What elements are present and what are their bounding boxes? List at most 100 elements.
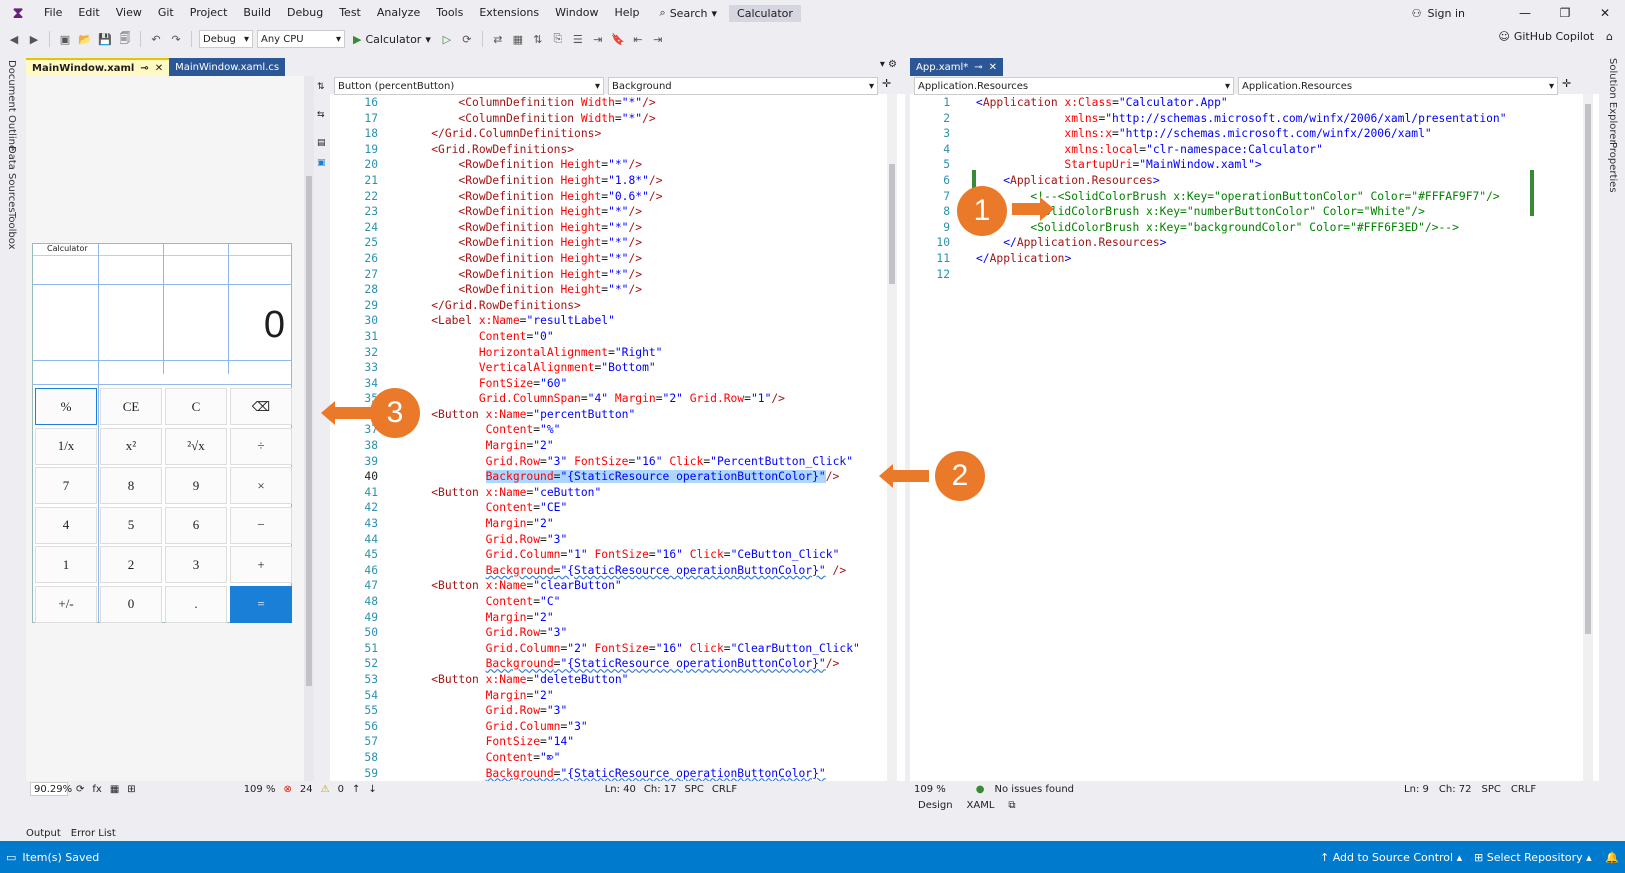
- menu-item-analyze[interactable]: Analyze: [369, 0, 428, 26]
- step-icon[interactable]: ⎘: [550, 31, 566, 47]
- code-line[interactable]: 10 </Application.Resources>: [910, 235, 1580, 251]
- calc-button[interactable]: ÷: [230, 427, 292, 465]
- undo-icon[interactable]: ↶: [148, 31, 164, 47]
- hot-reload-icon[interactable]: ⟳: [459, 31, 475, 47]
- visual-studio-logo-icon[interactable]: ⧗: [0, 0, 36, 26]
- swap-icon[interactable]: ⇅: [317, 82, 325, 92]
- document-outline-tab[interactable]: Document Outline: [6, 60, 17, 151]
- calc-button[interactable]: 1: [35, 546, 97, 583]
- code-line[interactable]: 31 Content="0": [330, 329, 885, 345]
- menu-item-help[interactable]: Help: [606, 0, 647, 26]
- bookmark-next-icon[interactable]: ⇥: [650, 31, 666, 47]
- split-horizontal-icon[interactable]: ⇆: [317, 110, 325, 120]
- menu-item-git[interactable]: Git: [150, 0, 182, 26]
- tab-mainwindow-xaml[interactable]: MainWindow.xaml ⊸ ✕: [26, 58, 170, 76]
- calc-button[interactable]: ⌫: [230, 388, 292, 425]
- tab-app-xaml[interactable]: App.xaml* ⊸ ✕: [910, 58, 1004, 76]
- feedback-icon[interactable]: ⌂: [1606, 30, 1613, 43]
- calc-button[interactable]: CE: [100, 388, 162, 425]
- code-line[interactable]: 54 Margin="2": [330, 688, 885, 704]
- code-line[interactable]: 38 Margin="2": [330, 438, 885, 454]
- menu-item-extensions[interactable]: Extensions: [471, 0, 547, 26]
- code-line[interactable]: 9 <SolidColorBrush x:Key="backgroundColo…: [910, 220, 1580, 236]
- new-project-icon[interactable]: ▣: [57, 31, 73, 47]
- calc-button[interactable]: ×: [230, 467, 292, 504]
- code-line[interactable]: 39 Grid.Row="3" FontSize="16" Click="Per…: [330, 454, 885, 470]
- code-line[interactable]: 16 <ColumnDefinition Width="*"/>: [330, 95, 885, 111]
- calc-button[interactable]: .: [165, 585, 227, 623]
- calc-button[interactable]: x²: [100, 427, 162, 465]
- code-line[interactable]: 25 <RowDefinition Height="*"/>: [330, 235, 885, 251]
- copilot-button[interactable]: ☺ GitHub Copilot: [1498, 30, 1594, 43]
- tab-overflow-icon[interactable]: ▾ ⚙: [880, 59, 897, 70]
- menu-item-debug[interactable]: Debug: [279, 0, 331, 26]
- calc-button[interactable]: 4: [35, 506, 97, 544]
- tab-xaml[interactable]: XAML: [967, 800, 995, 811]
- add-source-control-button[interactable]: ↑ Add to Source Control ▴: [1320, 851, 1462, 864]
- code-line[interactable]: 4 xmlns:local="clr-namespace:Calculator": [910, 142, 1580, 158]
- code-line[interactable]: 47 <Button x:Name="clearButton": [330, 578, 885, 594]
- forward-icon[interactable]: ▶: [26, 31, 42, 47]
- code-line[interactable]: 19 <Grid.RowDefinitions>: [330, 142, 885, 158]
- nav-down-icon[interactable]: ↓: [368, 784, 376, 795]
- layout-icon[interactable]: ▦: [510, 31, 526, 47]
- minimize-button[interactable]: —: [1505, 6, 1545, 20]
- toolbox-tab[interactable]: Toolbox: [6, 212, 17, 250]
- designer-scrollbar[interactable]: [304, 76, 314, 781]
- code-line[interactable]: 20 <RowDefinition Height="*"/>: [330, 157, 885, 173]
- snap-icon[interactable]: ⊞: [127, 784, 135, 795]
- notifications-icon[interactable]: 🔔: [1605, 851, 1619, 864]
- menu-item-project[interactable]: Project: [182, 0, 236, 26]
- calc-button[interactable]: 5: [100, 506, 162, 544]
- tab-error-list[interactable]: Error List: [71, 828, 116, 839]
- code-line[interactable]: 2 xmlns="http://schemas.microsoft.com/wi…: [910, 111, 1580, 127]
- code-line[interactable]: 46 Background="{StaticResource operation…: [330, 563, 885, 579]
- issues-status[interactable]: No issues found: [995, 784, 1075, 795]
- code-line[interactable]: 51 Grid.Column="2" FontSize="16" Click="…: [330, 641, 885, 657]
- code-line[interactable]: 50 Grid.Row="3": [330, 625, 885, 641]
- code-line[interactable]: 17 <ColumnDefinition Width="*"/>: [330, 111, 885, 127]
- code-line[interactable]: 34 FontSize="60": [330, 376, 885, 392]
- popout-icon[interactable]: ⧉: [1008, 800, 1015, 811]
- code-scrollbar[interactable]: [887, 94, 897, 781]
- code-line[interactable]: 1 <Application x:Class="Calculator.App": [910, 95, 1580, 111]
- scope-dropdown[interactable]: Application.Resources ▾: [914, 77, 1234, 95]
- code-line[interactable]: 26 <RowDefinition Height="*"/>: [330, 251, 885, 267]
- code-line[interactable]: 52 Background="{StaticResource operation…: [330, 656, 885, 672]
- code-line[interactable]: 41 <Button x:Name="ceButton": [330, 485, 885, 501]
- menu-item-test[interactable]: Test: [331, 0, 369, 26]
- tab-design[interactable]: Design: [918, 800, 953, 811]
- grid-icon[interactable]: ▦: [110, 784, 119, 795]
- code-line[interactable]: 3 xmlns:x="http://schemas.microsoft.com/…: [910, 126, 1580, 142]
- code-line[interactable]: 27 <RowDefinition Height="*"/>: [330, 267, 885, 283]
- designer-zoom[interactable]: 90.29%: [30, 782, 72, 796]
- close-button[interactable]: ✕: [1585, 6, 1625, 20]
- scope-dropdown[interactable]: Button (percentButton) ▾: [334, 77, 604, 95]
- code-line[interactable]: 5 StartupUri="MainWindow.xaml">: [910, 157, 1580, 173]
- calc-button[interactable]: ²√x: [165, 427, 227, 465]
- code-line[interactable]: 22 <RowDefinition Height="0.6*"/>: [330, 189, 885, 205]
- calc-button[interactable]: %: [35, 388, 97, 425]
- redo-icon[interactable]: ↷: [168, 31, 184, 47]
- code-scrollbar[interactable]: [1583, 94, 1593, 781]
- menu-item-edit[interactable]: Edit: [70, 0, 107, 26]
- browse-icon[interactable]: ⇄: [490, 31, 506, 47]
- close-icon[interactable]: ✕: [155, 63, 163, 74]
- warning-count[interactable]: 0: [338, 784, 344, 795]
- menu-item-window[interactable]: Window: [547, 0, 606, 26]
- calc-button[interactable]: −: [230, 506, 292, 544]
- calc-button[interactable]: =: [230, 585, 292, 623]
- solution-explorer-tab[interactable]: Solution Explorer: [1607, 58, 1618, 144]
- menu-item-tools[interactable]: Tools: [428, 0, 471, 26]
- menu-item-view[interactable]: View: [108, 0, 150, 26]
- code-line[interactable]: 23 <RowDefinition Height="*"/>: [330, 204, 885, 220]
- fx-icon[interactable]: fx: [92, 784, 101, 795]
- configuration-dropdown[interactable]: Debug ▾: [199, 30, 253, 48]
- code-line[interactable]: 29 </Grid.RowDefinitions>: [330, 298, 885, 314]
- code-zoom-label[interactable]: 109 %: [914, 784, 946, 795]
- app-xaml-editor[interactable]: Application.Resources ▾ Application.Resou…: [910, 76, 1599, 781]
- nav-up-icon[interactable]: ↑: [352, 784, 360, 795]
- bookmark-prev-icon[interactable]: ⇤: [630, 31, 646, 47]
- calc-button[interactable]: 3: [165, 546, 227, 583]
- code-line[interactable]: 59 Background="{StaticResource operation…: [330, 766, 885, 781]
